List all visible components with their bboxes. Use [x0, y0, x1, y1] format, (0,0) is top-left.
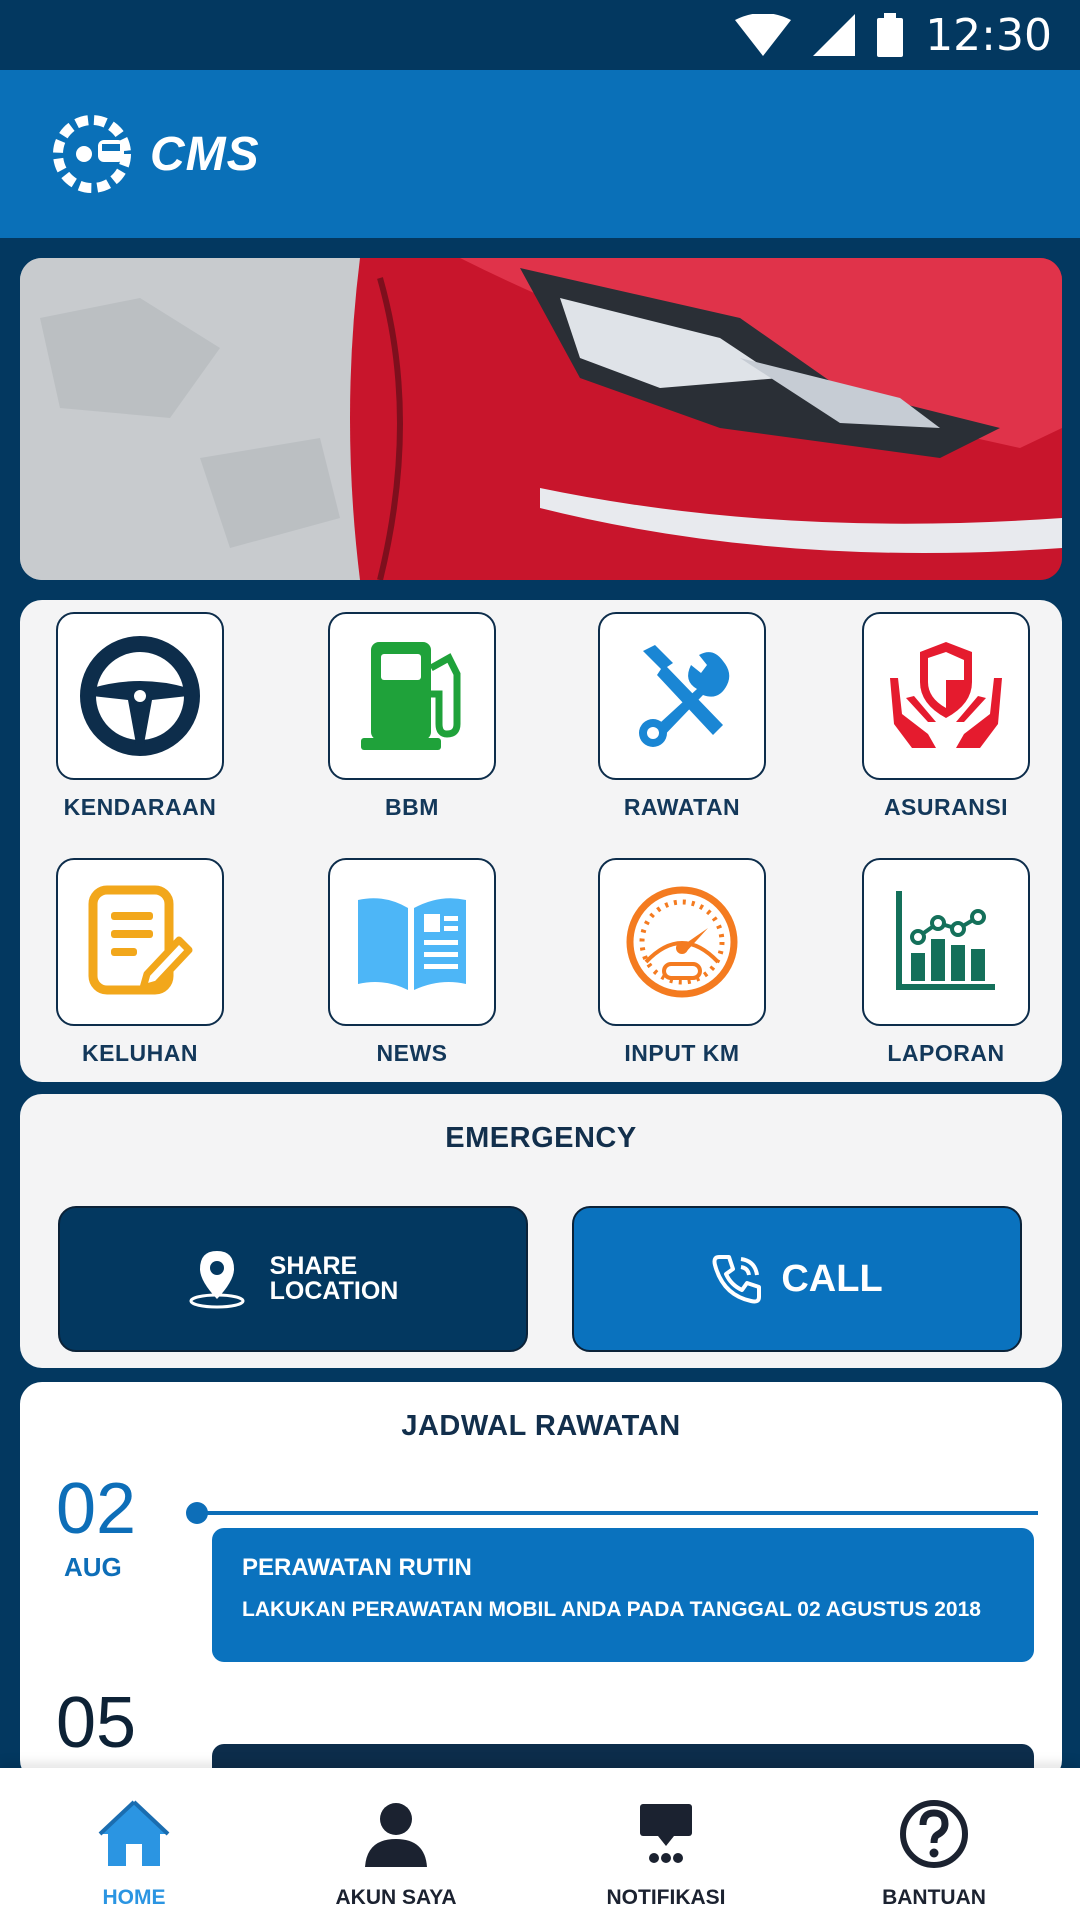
- menu-item-rawatan[interactable]: RAWATAN: [582, 612, 782, 821]
- menu-label-bbm: BBM: [385, 794, 439, 820]
- cms-logo-icon: [53, 115, 131, 193]
- event-title: PERAWATAN RUTIN: [242, 1554, 472, 1581]
- steering-wheel-icon: [80, 636, 200, 756]
- nav-notifikasi-label: NOTIFIKASI: [606, 1886, 726, 1909]
- schedule-day: 02: [56, 1469, 137, 1549]
- share-location-line1: SHARE: [269, 1252, 358, 1280]
- wifi-icon: [735, 14, 792, 56]
- menu-tile-keluhan[interactable]: [56, 858, 224, 1026]
- menu-tile-kendaraan[interactable]: [56, 612, 224, 780]
- menu-card: KENDARAAN BBM RAWATAN ASURANSI KELUHAN N…: [20, 600, 1062, 1082]
- schedule-month: AUG: [64, 1552, 122, 1582]
- menu-label-rawatan: RAWATAN: [623, 794, 741, 820]
- notification-icon: [640, 1804, 692, 1863]
- bottom-navigation: HOME AKUN SAYA NOTIFIKASI BANTUAN: [0, 1768, 1080, 1920]
- menu-item-laporan[interactable]: LAPORAN: [846, 858, 1046, 1067]
- nav-bantuan[interactable]: BANTUAN: [824, 1768, 1044, 1920]
- timeline-line: [200, 1511, 1038, 1515]
- menu-item-news[interactable]: NEWS: [312, 858, 512, 1067]
- menu-tile-input-km[interactable]: [598, 858, 766, 1026]
- share-location-button[interactable]: SHARE LOCATION: [58, 1206, 528, 1352]
- emergency-title: EMERGENCY: [445, 1122, 637, 1154]
- event-description: LAKUKAN PERAWATAN MOBIL ANDA PADA TANGGA…: [242, 1598, 981, 1621]
- menu-label-kendaraan: KENDARAAN: [63, 794, 217, 820]
- emergency-card: EMERGENCY SHARE LOCATION CALL: [20, 1094, 1062, 1368]
- nav-bantuan-label: BANTUAN: [882, 1886, 986, 1909]
- signal-icon: [813, 14, 856, 56]
- call-label: CALL: [781, 1257, 883, 1300]
- nav-home[interactable]: HOME: [24, 1768, 244, 1920]
- schedule-title: JADWAL RAWATAN: [401, 1410, 681, 1442]
- complaint-note-icon: [88, 885, 193, 995]
- timeline-dot: [186, 1502, 208, 1524]
- help-icon: [900, 1800, 968, 1868]
- fuel-pump-icon: [361, 642, 461, 750]
- schedule-event[interactable]: PERAWATAN RUTIN LAKUKAN PERAWATAN MOBIL …: [212, 1528, 1034, 1662]
- menu-tile-asuransi[interactable]: [862, 612, 1030, 780]
- nav-home-label: HOME: [102, 1886, 166, 1909]
- insurance-shield-icon: [890, 642, 1002, 748]
- home-icon: [98, 1800, 170, 1866]
- report-chart-icon: [896, 891, 995, 990]
- call-button[interactable]: CALL: [572, 1206, 1022, 1352]
- share-location-line2: LOCATION: [269, 1277, 399, 1305]
- menu-item-bbm[interactable]: BBM: [312, 612, 512, 821]
- car-headlight-image: [20, 258, 1062, 580]
- user-icon: [365, 1803, 427, 1867]
- menu-item-input-km[interactable]: INPUT KM: [582, 858, 782, 1067]
- menu-label-laporan: LAPORAN: [887, 1040, 1005, 1066]
- schedule-day: 05: [56, 1683, 137, 1763]
- menu-tile-rawatan[interactable]: [598, 612, 766, 780]
- battery-icon: [877, 13, 904, 57]
- phone-call-icon: [712, 1255, 762, 1304]
- nav-notifikasi[interactable]: NOTIFIKASI: [556, 1768, 776, 1920]
- menu-item-asuransi[interactable]: ASURANSI: [846, 612, 1046, 821]
- menu-item-kendaraan[interactable]: KENDARAAN: [40, 612, 240, 821]
- nav-akun-saya[interactable]: AKUN SAYA: [286, 1768, 506, 1920]
- app-title: CMS: [150, 127, 260, 181]
- menu-label-input-km: INPUT KM: [624, 1040, 740, 1066]
- speedometer-icon: [626, 886, 738, 998]
- menu-item-keluhan[interactable]: KELUHAN: [40, 858, 240, 1067]
- schedule-card: JADWAL RAWATAN 02 AUG PERAWATAN RUTIN LA…: [20, 1382, 1062, 1782]
- hero-banner: [20, 258, 1062, 580]
- status-time: 12:30: [925, 9, 1052, 61]
- location-pin-icon: [189, 1251, 245, 1309]
- app-bar: CMS: [0, 70, 1080, 238]
- menu-label-news: NEWS: [376, 1040, 448, 1066]
- menu-label-asuransi: ASURANSI: [883, 794, 1009, 820]
- menu-tile-laporan[interactable]: [862, 858, 1030, 1026]
- menu-label-keluhan: KELUHAN: [82, 1040, 198, 1066]
- menu-tile-bbm[interactable]: [328, 612, 496, 780]
- news-book-icon: [358, 898, 466, 990]
- menu-tile-news[interactable]: [328, 858, 496, 1026]
- nav-akun-saya-label: AKUN SAYA: [335, 1886, 457, 1909]
- status-bar: 12:30: [0, 0, 1080, 70]
- tools-icon: [639, 645, 730, 747]
